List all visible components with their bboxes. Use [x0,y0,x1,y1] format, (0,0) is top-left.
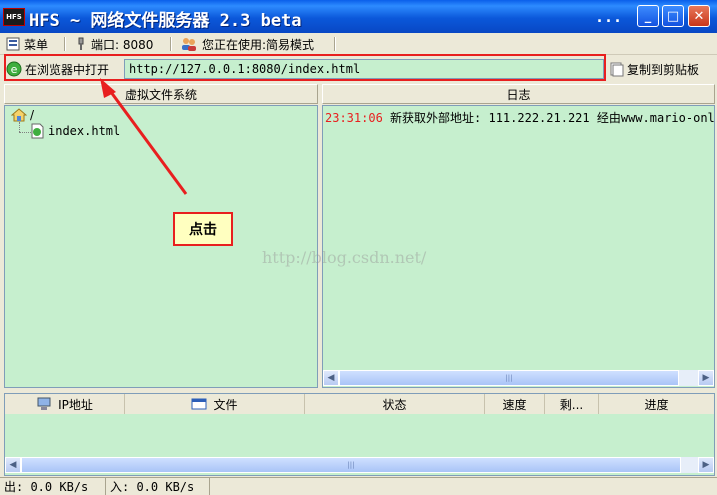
column-speed[interactable]: 速度 [485,394,545,414]
menu-separator [64,37,66,51]
window-title: HFS ~ 网络文件服务器 2.3 beta [29,11,302,31]
column-progress-label: 进度 [644,397,669,412]
window-icon [191,398,207,410]
home-icon [11,108,27,122]
column-speed-label: 速度 [502,397,527,412]
scroll-thumb[interactable]: ||| [21,457,681,473]
browser-globe-icon: e [6,61,22,77]
vfs-root-label: / [30,108,35,122]
column-ip[interactable]: IP地址 [5,394,125,414]
log-hscrollbar[interactable]: ◀ ||| ▶ [323,370,714,386]
callout-label: 点击 [173,212,233,246]
close-button[interactable]: ✕ [688,5,710,27]
hfs-logo-icon: HFS [3,8,25,26]
scroll-left-arrow-icon[interactable]: ◀ [323,370,339,386]
column-file-label: 文件 [213,397,238,412]
vfs-tree[interactable]: / index.html [4,105,318,388]
menu-icon [6,37,20,51]
copy-to-clipboard-button[interactable]: 复制到剪贴板 [610,58,715,80]
scroll-right-arrow-icon[interactable]: ▶ [698,457,714,473]
network-icon [37,397,51,410]
menu-bar: 菜单 端口: 8080 您正在使用:简易模式 [0,33,717,55]
log-panel[interactable]: 23:31:06 新获取外部地址: 111.222.21.221 经由www.m… [322,105,715,388]
port-button[interactable]: 端口: 8080 [75,35,153,53]
column-status[interactable]: 状态 [305,394,485,414]
port-label: 端口: 8080 [91,37,154,52]
log-entry-message: 新获取外部地址: 111.222.21.221 经由www.mario-onl [390,111,715,125]
column-remaining-label: 剩... [559,397,584,412]
clipboard-icon [610,62,624,77]
watermark: http://blog.csdn.net/ [262,248,427,267]
menu-separator [170,37,172,51]
tree-line [19,122,20,132]
column-progress[interactable]: 进度 [599,394,714,414]
scroll-track[interactable] [681,457,698,473]
vfs-file-label: index.html [48,124,121,138]
vfs-root-item[interactable]: / [11,108,34,122]
log-header-label: 日志 [506,87,531,102]
copy-to-clipboard-label: 复制到剪贴板 [627,62,700,77]
open-in-browser-label: 在浏览器中打开 [25,62,110,77]
status-in-speed: 入: 0.0 KB/s [106,478,210,495]
open-in-browser-button[interactable]: e 在浏览器中打开 [6,58,122,80]
log-entry: 23:31:06 新获取外部地址: 111.222.21.221 经由www.m… [325,109,715,126]
column-status-label: 状态 [382,397,407,412]
vfs-header[interactable]: 虚拟文件系统 [4,84,318,104]
maximize-button[interactable]: □ [662,5,684,27]
scroll-right-arrow-icon[interactable]: ▶ [698,370,714,386]
menu-label: 菜单 [24,37,49,52]
menu-button[interactable]: 菜单 [6,35,48,53]
vfs-file-item[interactable]: index.html [31,123,120,139]
scroll-thumb[interactable]: ||| [339,370,679,386]
vfs-header-label: 虚拟文件系统 [124,87,197,102]
html-file-icon [31,123,44,139]
scroll-track[interactable] [679,370,698,386]
column-file[interactable]: 文件 [125,394,305,414]
port-plug-icon [78,37,84,50]
url-field[interactable]: http://127.0.0.1:8080/index.html [124,59,604,79]
connections-header: IP地址 文件 状态 速度 剩... 进度 [5,394,714,414]
minimize-button[interactable]: _ [637,5,659,27]
column-remaining[interactable]: 剩... [545,394,599,414]
connections-hscrollbar[interactable]: ◀ ||| ▶ [5,457,714,473]
tree-line [19,132,31,133]
url-toolbar: e 在浏览器中打开 http://127.0.0.1:8080/index.ht… [0,56,717,82]
status-out-speed: 出: 0.0 KB/s [0,478,106,495]
scroll-left-arrow-icon[interactable]: ◀ [5,457,21,473]
log-entry-time: 23:31:06 [325,111,383,125]
mode-label: 您正在使用:简易模式 [202,37,315,52]
title-bar[interactable]: HFS HFS ~ 网络文件服务器 2.3 beta ... _ □ ✕ [0,0,717,33]
users-icon [182,38,196,51]
svg-text:e: e [11,63,18,76]
mode-button[interactable]: 您正在使用:简易模式 [180,35,314,53]
column-ip-label: IP地址 [58,397,93,412]
log-header[interactable]: 日志 [322,84,715,104]
status-bar: 出: 0.0 KB/s 入: 0.0 KB/s [0,477,717,495]
menu-separator [334,37,336,51]
title-overflow-dots: ... [595,8,623,26]
